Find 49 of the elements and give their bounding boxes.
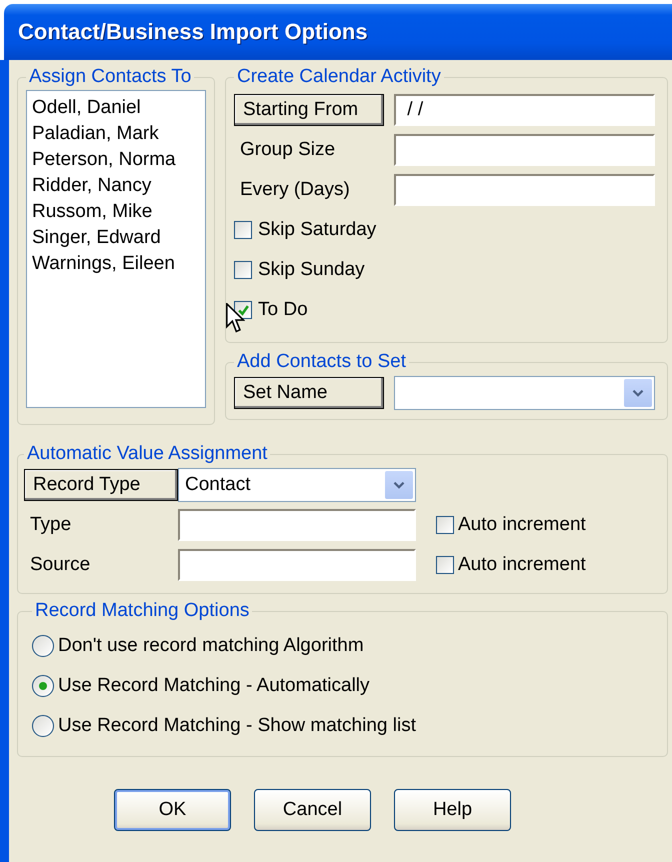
group-title: Record Matching Options: [34, 600, 250, 622]
contact-list-item[interactable]: Paladian, Mark: [32, 121, 200, 147]
dialog-button[interactable]: Help: [394, 789, 511, 831]
dialog-button[interactable]: OK: [114, 789, 231, 831]
contact-list-item[interactable]: Odell, Daniel: [32, 95, 200, 121]
record-type-button[interactable]: Record Type: [24, 469, 178, 501]
radio-label: Use Record Matching - Automatically: [58, 675, 370, 697]
checkbox-label: To Do: [258, 299, 308, 321]
chevron-down-icon: [632, 388, 644, 398]
contact-list-item[interactable]: Warnings, Eileen: [32, 251, 200, 277]
record-type-dropdown[interactable]: Contact: [178, 468, 416, 502]
radio-button[interactable]: [32, 635, 54, 657]
window-title: Contact/Business Import Options: [18, 19, 368, 45]
field-label: Source: [29, 554, 92, 576]
radio-button[interactable]: [32, 675, 54, 697]
group-title: Assign Contacts To: [28, 66, 192, 88]
input-field[interactable]: [178, 549, 416, 581]
field-label: Type: [29, 514, 72, 536]
checkbox-label: Auto increment: [458, 554, 586, 576]
set-name-button[interactable]: Set Name: [234, 377, 384, 409]
contact-list-item[interactable]: Peterson, Norma: [32, 147, 200, 173]
contact-list[interactable]: Odell, Daniel Paladian, Mark Peterson, Norma Ridder, Nancy Russom, Mike Singer, Edward Warnings, Eileen: [26, 90, 206, 408]
field-label: Every (Days): [239, 179, 351, 201]
checkbox-label: Skip Sunday: [258, 259, 365, 281]
checkbox[interactable]: [234, 221, 252, 239]
contact-list-item[interactable]: Russom, Mike: [32, 199, 200, 225]
dialog-button[interactable]: Cancel: [254, 789, 371, 831]
radio-button[interactable]: [32, 715, 54, 737]
checkbox-label: Auto increment: [458, 514, 586, 536]
mouse-pointer-icon: [226, 303, 245, 333]
date-field[interactable]: / /: [394, 94, 655, 126]
input-field[interactable]: [178, 509, 416, 541]
radio-label: Use Record Matching - Show matching list: [58, 715, 416, 737]
radio-label: Don't use record matching Algorithm: [58, 635, 364, 657]
contact-list-item[interactable]: Ridder, Nancy: [32, 173, 200, 199]
checkbox-label: Skip Saturday: [258, 219, 376, 241]
group-title: Automatic Value Assignment: [26, 443, 268, 465]
starting-from-button[interactable]: Starting From: [234, 94, 384, 126]
group-title: Add Contacts to Set: [236, 351, 407, 373]
checkbox[interactable]: [436, 516, 454, 534]
contact-list-item[interactable]: Singer, Edward: [32, 225, 200, 251]
set-name-dropdown[interactable]: [394, 376, 655, 410]
input-field[interactable]: [394, 134, 655, 166]
group-title: Create Calendar Activity: [236, 66, 442, 88]
chevron-down-icon: [393, 480, 405, 490]
field-label: Group Size: [239, 139, 336, 161]
input-field[interactable]: [394, 174, 655, 206]
checkbox[interactable]: [234, 261, 252, 279]
checkbox[interactable]: [436, 556, 454, 574]
